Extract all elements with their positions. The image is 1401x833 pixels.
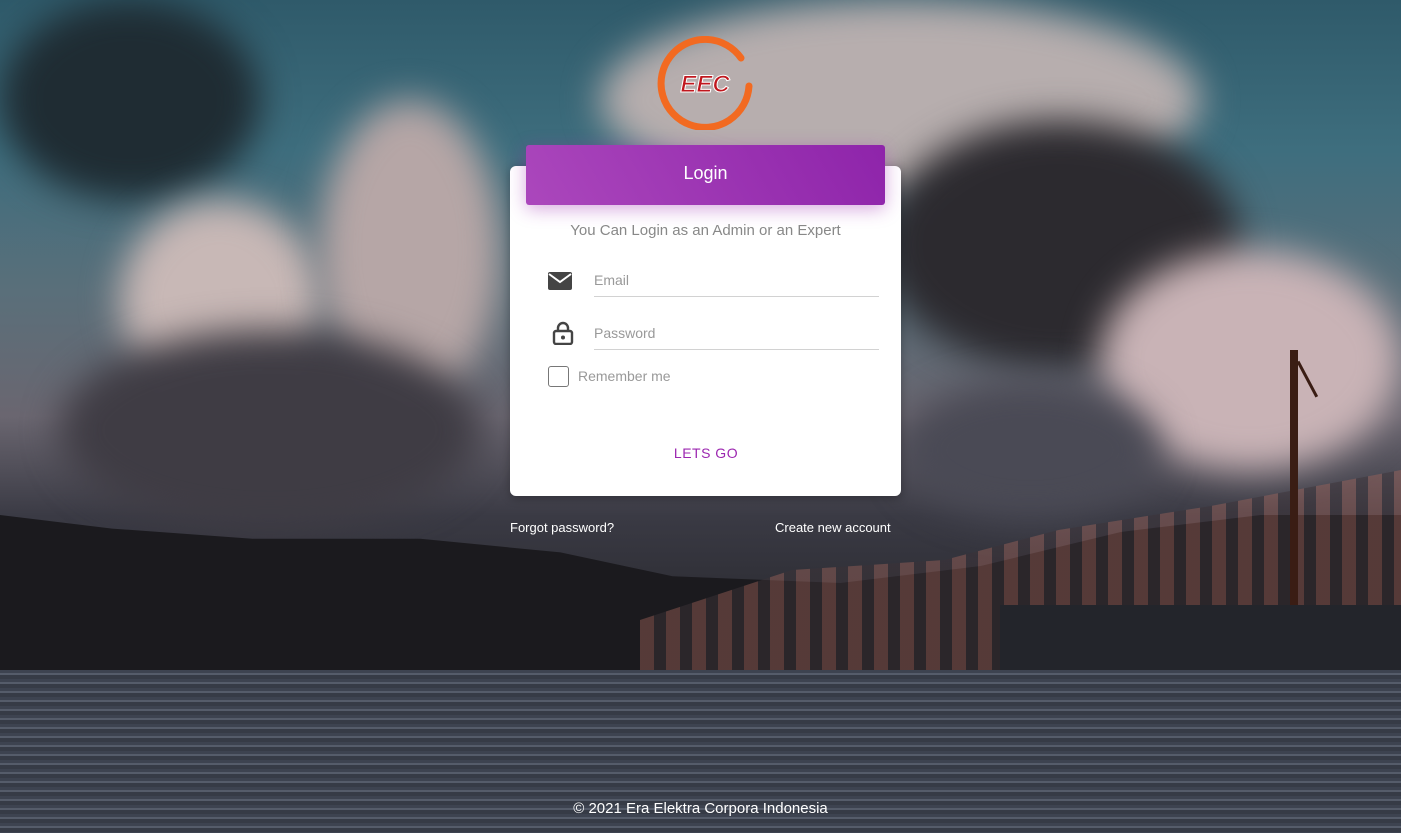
login-card-header: Login <box>526 145 885 205</box>
email-row <box>548 264 879 298</box>
lets-go-button[interactable]: LETS GO <box>660 438 752 468</box>
email-input[interactable] <box>594 264 879 297</box>
forgot-password-link[interactable]: Forgot password? <box>510 520 614 535</box>
create-account-link[interactable]: Create new account <box>775 520 891 535</box>
cloud <box>0 0 260 200</box>
lock-icon <box>548 321 578 347</box>
cloud <box>900 380 1160 520</box>
password-input[interactable] <box>594 317 879 350</box>
company-logo: EEC <box>655 35 755 131</box>
envelope-icon <box>548 270 578 294</box>
ship <box>1000 605 1401 670</box>
footer-copyright: © 2021 Era Elektra Corpora Indonesia <box>573 800 828 817</box>
cloud <box>60 330 480 530</box>
logo-text: EEC <box>680 71 730 98</box>
crane <box>1290 350 1298 630</box>
checkbox-box[interactable] <box>548 366 569 387</box>
password-row <box>548 317 879 351</box>
login-subtitle: You Can Login as an Admin or an Expert <box>570 222 841 239</box>
remember-me-label: Remember me <box>578 368 671 384</box>
